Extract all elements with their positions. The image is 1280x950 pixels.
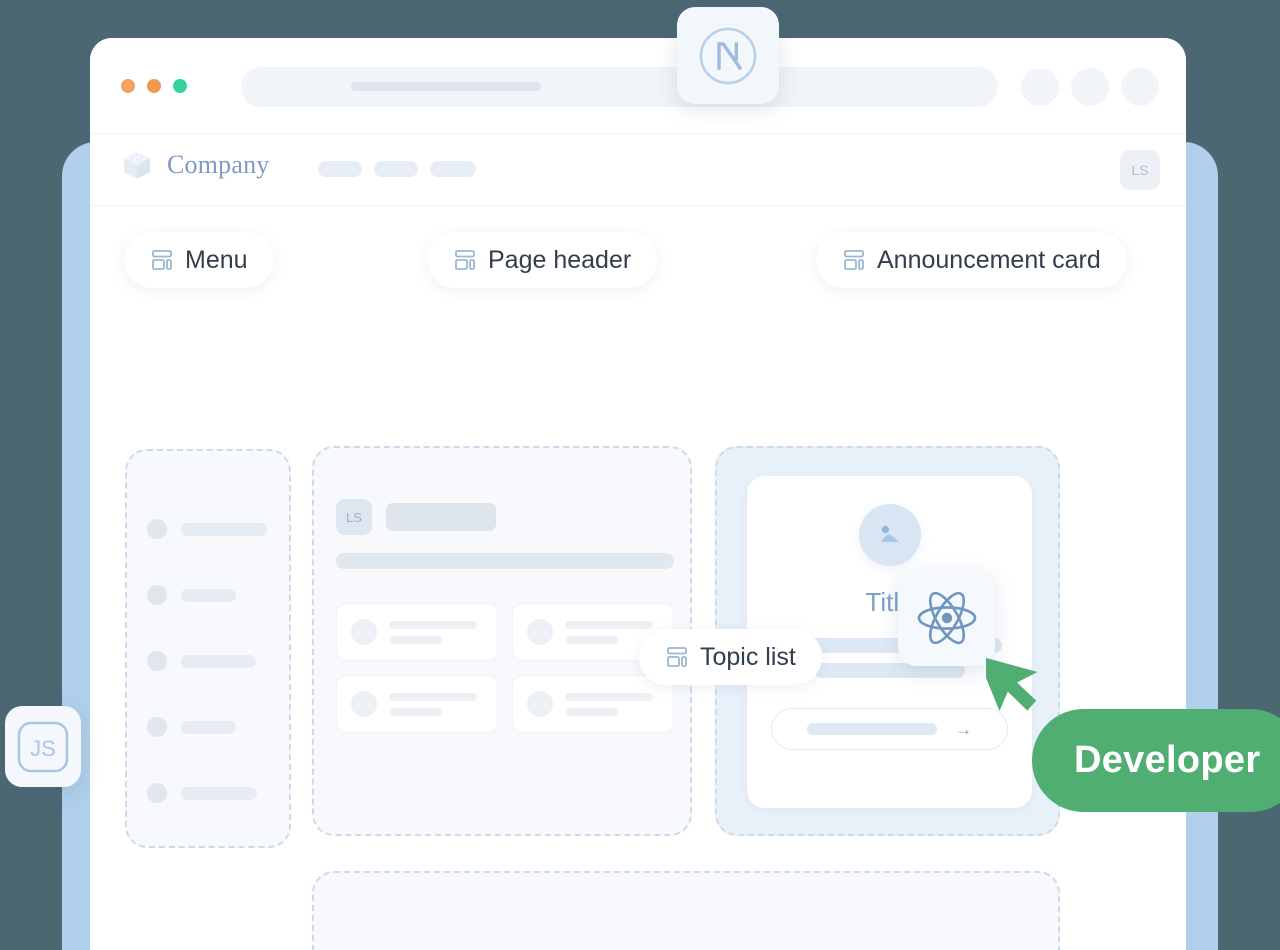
- menu-item-label: [181, 588, 236, 602]
- card-text-placeholder: [565, 692, 653, 716]
- menu-item-label: [181, 786, 257, 800]
- nav-item-1[interactable]: [318, 161, 362, 177]
- label-pill-topic-list[interactable]: Topic list: [639, 629, 822, 685]
- label-pill-announcement-card[interactable]: Announcement card: [816, 232, 1127, 288]
- svg-text:JS: JS: [30, 736, 56, 761]
- cursor-user-label-text: Developer: [1074, 739, 1261, 781]
- menu-item-1[interactable]: [147, 519, 267, 539]
- browser-action-icon-2[interactable]: [1071, 68, 1109, 106]
- avatar[interactable]: LS: [1120, 150, 1160, 190]
- card-text-placeholder: [389, 620, 477, 644]
- menu-item-5[interactable]: [147, 783, 257, 803]
- browser-action-icon-3[interactable]: [1121, 68, 1159, 106]
- header-nav: [318, 161, 476, 177]
- nextjs-logo-icon: [699, 27, 757, 84]
- card-avatar-icon: [351, 691, 377, 717]
- menu-item-3[interactable]: [147, 651, 256, 671]
- cube-icon: [120, 148, 154, 182]
- cursor-user-label: Developer: [1032, 709, 1280, 812]
- browser-action-icons: [1021, 68, 1159, 106]
- cursor-pointer-icon: [986, 655, 1038, 712]
- app-header: Company LS: [90, 134, 1186, 206]
- javascript-badge[interactable]: JS: [5, 706, 81, 787]
- card-avatar-icon: [527, 619, 553, 645]
- react-logo-icon: [917, 591, 976, 644]
- app-body: LS Title →: [90, 206, 1186, 950]
- menu-item-4[interactable]: [147, 717, 236, 737]
- browser-chrome-bar: [90, 38, 1186, 134]
- nextjs-badge[interactable]: [677, 7, 779, 104]
- label-pill-text: Menu: [185, 245, 248, 274]
- menu-item-label: [181, 654, 256, 668]
- label-pill-text: Page header: [488, 245, 632, 274]
- label-pill-menu[interactable]: Menu: [124, 232, 274, 288]
- menu-item-bullet-icon: [147, 783, 167, 803]
- region-topic-list[interactable]: [312, 871, 1060, 950]
- page-header-card[interactable]: [512, 675, 674, 733]
- address-bar-placeholder-text: [351, 82, 541, 91]
- cta-label-placeholder: [807, 723, 937, 735]
- menu-item-bullet-icon: [147, 717, 167, 737]
- maximize-dot-icon[interactable]: [173, 79, 187, 93]
- traffic-light-dots: [121, 79, 187, 93]
- page-header-card[interactable]: [336, 675, 498, 733]
- label-pill-text: Announcement card: [877, 245, 1101, 274]
- menu-item-2[interactable]: [147, 585, 236, 605]
- label-pill-page-header[interactable]: Page header: [427, 232, 658, 288]
- nav-item-3[interactable]: [430, 161, 476, 177]
- layout-icon: [152, 250, 172, 270]
- js-logo-icon: JS: [17, 721, 69, 772]
- brand-name: Company: [167, 150, 270, 179]
- page-header-subtitle-placeholder: [336, 553, 674, 569]
- arrow-right-icon: →: [955, 719, 972, 739]
- menu-item-label: [181, 522, 267, 536]
- image-placeholder-icon: [858, 504, 921, 566]
- minimize-dot-icon[interactable]: [147, 79, 161, 93]
- page-header-avatar: LS: [336, 499, 372, 535]
- region-menu[interactable]: [125, 449, 291, 848]
- layout-icon: [844, 250, 864, 270]
- browser-action-icon-1[interactable]: [1021, 68, 1059, 106]
- menu-item-bullet-icon: [147, 519, 167, 539]
- layout-icon: [667, 647, 687, 667]
- address-bar[interactable]: [241, 67, 998, 107]
- card-text-placeholder: [389, 692, 477, 716]
- card-text-placeholder: [565, 620, 653, 644]
- page-header-card[interactable]: [336, 603, 498, 661]
- menu-item-label: [181, 720, 236, 734]
- announcement-cta-button[interactable]: →: [771, 708, 1008, 750]
- close-dot-icon[interactable]: [121, 79, 135, 93]
- label-pill-text: Topic list: [700, 642, 796, 671]
- nav-item-2[interactable]: [374, 161, 418, 177]
- layout-icon: [455, 250, 475, 270]
- brand-block[interactable]: Company: [120, 148, 270, 182]
- page-header-title-placeholder: [386, 503, 496, 531]
- page-header-card-grid: [336, 603, 674, 733]
- screenshot-stage: Company LS LS Title → Menu Page header A…: [0, 0, 1280, 950]
- card-avatar-icon: [351, 619, 377, 645]
- menu-item-bullet-icon: [147, 585, 167, 605]
- region-page-header[interactable]: LS: [312, 446, 692, 836]
- card-avatar-icon: [527, 691, 553, 717]
- browser-window: Company LS LS Title →: [90, 38, 1186, 950]
- react-badge[interactable]: [898, 569, 995, 666]
- menu-item-bullet-icon: [147, 651, 167, 671]
